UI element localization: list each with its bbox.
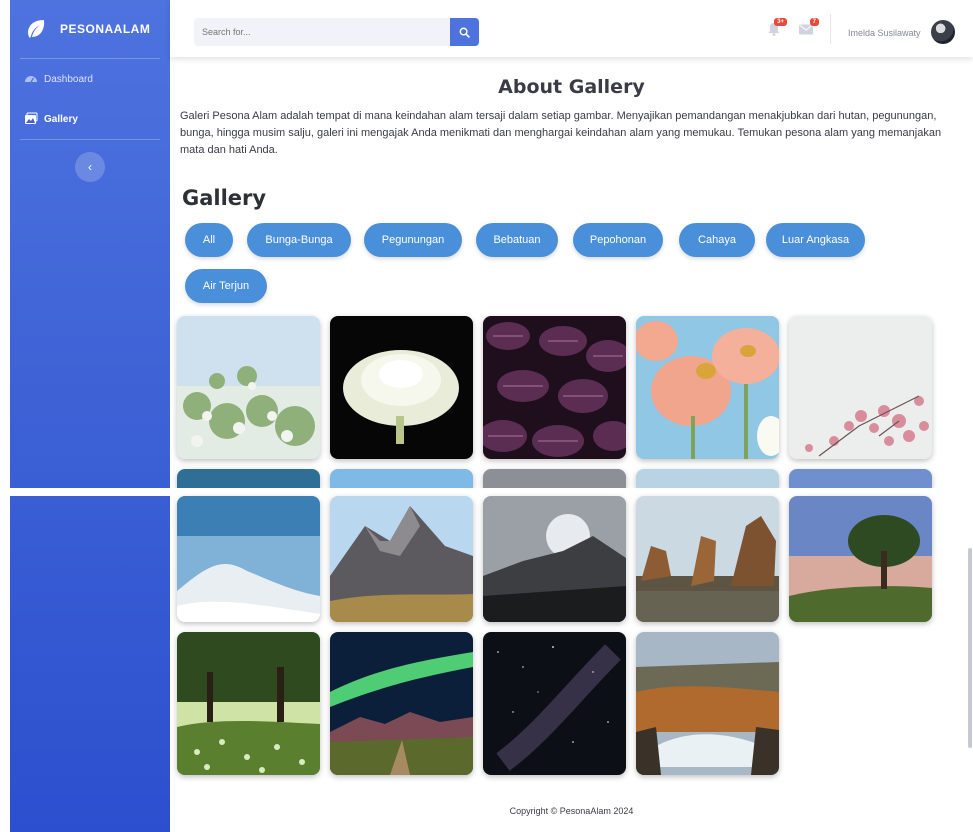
gallery-image-rocky-mountain[interactable] bbox=[330, 496, 473, 622]
sidebar-divider bbox=[20, 139, 160, 140]
gallery-icon bbox=[25, 112, 38, 124]
gallery-image-night-sky[interactable] bbox=[483, 632, 626, 775]
gallery-image-chrysanthemum[interactable] bbox=[330, 316, 473, 459]
brand-name: PESONAALAM bbox=[60, 22, 151, 36]
gallery-image-flowers-white[interactable] bbox=[177, 316, 320, 459]
gallery-image-cherry-blossom[interactable] bbox=[789, 316, 932, 459]
search-button[interactable] bbox=[450, 18, 479, 46]
sidebar: PESONAALAM Dashboard Gallery ‹ bbox=[10, 0, 170, 832]
gallery-image-partial[interactable] bbox=[330, 469, 473, 488]
about-description: Galeri Pesona Alam adalah tempat di mana… bbox=[180, 110, 942, 156]
gallery-image-poppies[interactable] bbox=[636, 316, 779, 459]
sidebar-item-label: Gallery bbox=[44, 113, 78, 125]
gallery-image-partial[interactable] bbox=[636, 469, 779, 488]
gallery-image-forest-field[interactable] bbox=[177, 632, 320, 775]
scrollbar-thumb[interactable] bbox=[968, 548, 972, 748]
messages-count-badge: 7 bbox=[809, 18, 819, 26]
copyright-text: Copyright © PesonaAlam 2024 bbox=[509, 806, 634, 816]
gallery-image-partial[interactable] bbox=[177, 469, 320, 488]
leaf-logo-icon bbox=[28, 20, 45, 38]
user-name[interactable]: Imelda Susilawaty bbox=[848, 28, 921, 38]
filter-button-all[interactable]: All bbox=[185, 223, 233, 257]
filter-button-pepohonan[interactable]: Pepohonan bbox=[573, 223, 663, 257]
gallery-image-snowy-hill[interactable] bbox=[177, 496, 320, 622]
filter-button-bebatuan[interactable]: Bebatuan bbox=[476, 223, 558, 257]
filter-button-pegunungan[interactable]: Pegunungan bbox=[364, 223, 462, 257]
sidebar-item-label: Dashboard bbox=[44, 73, 93, 85]
footer: Copyright © PesonaAlam 2024 bbox=[170, 798, 973, 832]
filter-button-luar-angkasa[interactable]: Luar Angkasa bbox=[766, 223, 865, 257]
messages-button[interactable]: 7 bbox=[798, 18, 819, 37]
gallery-image-aurora[interactable] bbox=[330, 632, 473, 775]
sidebar-item-gallery[interactable]: Gallery bbox=[10, 99, 170, 139]
filter-button-bunga-bunga[interactable]: Bunga-Bunga bbox=[247, 223, 351, 257]
about-title: About Gallery bbox=[498, 76, 645, 98]
gallery-image-lone-tree[interactable] bbox=[789, 496, 932, 622]
screenshot-seam bbox=[0, 488, 973, 496]
avatar[interactable] bbox=[931, 20, 955, 44]
gallery-image-partial[interactable] bbox=[483, 469, 626, 488]
dashboard-icon bbox=[25, 76, 37, 83]
topbar: 3+ 7 Imelda Susilawaty bbox=[170, 0, 973, 57]
gallery-image-purple-leaves[interactable] bbox=[483, 316, 626, 459]
gallery-title: Gallery bbox=[182, 186, 267, 210]
chevron-left-icon: ‹ bbox=[88, 160, 92, 174]
gallery-image-waterfall[interactable] bbox=[636, 632, 779, 775]
topbar-divider bbox=[830, 14, 831, 44]
search-icon bbox=[459, 27, 470, 38]
gallery-image-sunset-mountain[interactable] bbox=[483, 496, 626, 622]
sidebar-item-dashboard[interactable]: Dashboard bbox=[10, 59, 170, 99]
alerts-button[interactable]: 3+ bbox=[766, 18, 787, 37]
gallery-image-sea-rocks[interactable] bbox=[636, 496, 779, 622]
sidebar-toggle-button[interactable]: ‹ bbox=[75, 152, 105, 182]
search-input[interactable] bbox=[194, 18, 479, 46]
gallery-image-partial[interactable] bbox=[789, 469, 932, 488]
alerts-count-badge: 3+ bbox=[774, 18, 787, 26]
filter-button-air-terjun[interactable]: Air Terjun bbox=[185, 269, 267, 303]
filter-button-cahaya[interactable]: Cahaya bbox=[679, 223, 755, 257]
brand[interactable]: PESONAALAM bbox=[10, 0, 170, 58]
